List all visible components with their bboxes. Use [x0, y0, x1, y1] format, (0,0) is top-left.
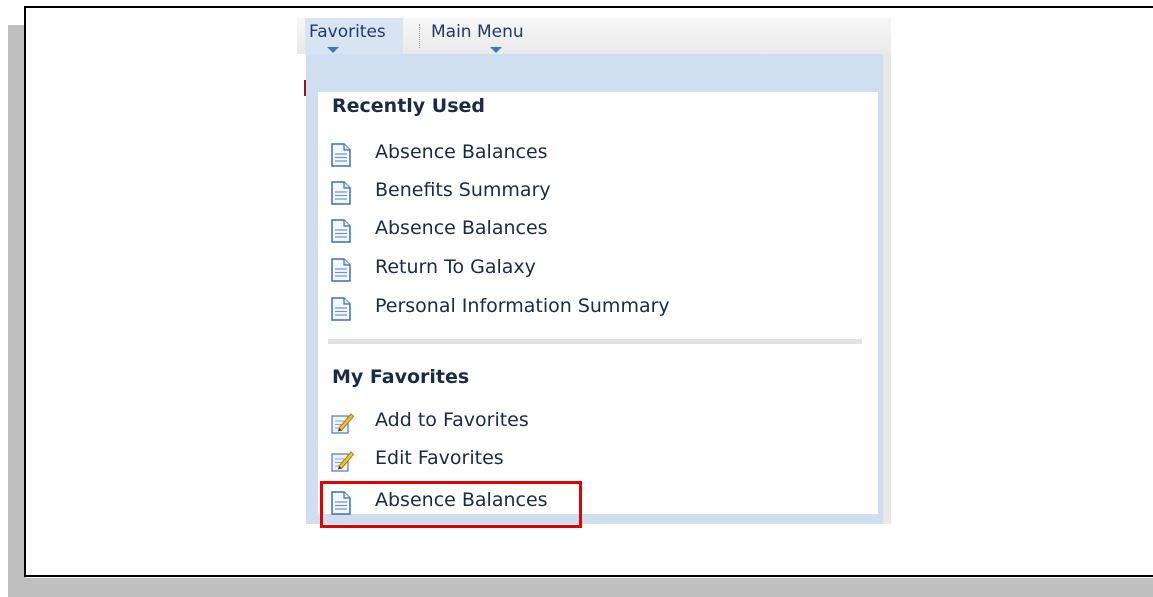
- edit-pencil-icon: [331, 451, 354, 472]
- dropdown-scroll-edge: [883, 54, 891, 524]
- favorites-menu-tab[interactable]: Favorites: [305, 18, 403, 54]
- recent-item-absence-balances[interactable]: Absence Balances: [328, 139, 828, 171]
- favorites-caret-icon: [327, 47, 339, 53]
- document-icon: [331, 181, 351, 205]
- main-menu-label: Main Menu: [431, 22, 524, 42]
- main-menu-caret-icon: [490, 47, 502, 53]
- fav-item-label: Edit Favorites: [375, 447, 504, 469]
- highlight-annotation-box: [320, 481, 582, 528]
- recent-item-label: Return To Galaxy: [375, 256, 536, 278]
- recent-item-return-to-galaxy[interactable]: Return To Galaxy: [328, 254, 828, 286]
- recent-item-absence-balances-2[interactable]: Absence Balances: [328, 215, 828, 247]
- edit-favorites-item[interactable]: Edit Favorites: [328, 445, 828, 477]
- menu-bar: Favorites Main Menu: [297, 18, 891, 54]
- document-icon: [331, 143, 351, 167]
- recent-item-label: Benefits Summary: [375, 179, 551, 201]
- recent-item-benefits-summary[interactable]: Benefits Summary: [328, 177, 828, 209]
- recent-item-label: Absence Balances: [375, 141, 548, 163]
- favorites-menu-label: Favorites: [309, 22, 386, 42]
- my-favorites-heading: My Favorites: [332, 366, 470, 388]
- recently-used-heading: Recently Used: [332, 95, 486, 117]
- recent-item-label: Personal Information Summary: [375, 295, 670, 317]
- section-divider: [328, 339, 862, 344]
- recent-item-personal-information-summary[interactable]: Personal Information Summary: [328, 293, 828, 325]
- menu-separator: [419, 24, 421, 48]
- document-icon: [331, 258, 351, 282]
- document-icon: [331, 219, 351, 243]
- edit-pencil-icon: [331, 413, 354, 434]
- document-icon: [331, 297, 351, 321]
- fav-item-label: Add to Favorites: [375, 409, 529, 431]
- recent-item-label: Absence Balances: [375, 217, 548, 239]
- frame-shadow-bottom: [8, 578, 1153, 597]
- add-to-favorites-item[interactable]: Add to Favorites: [328, 407, 828, 439]
